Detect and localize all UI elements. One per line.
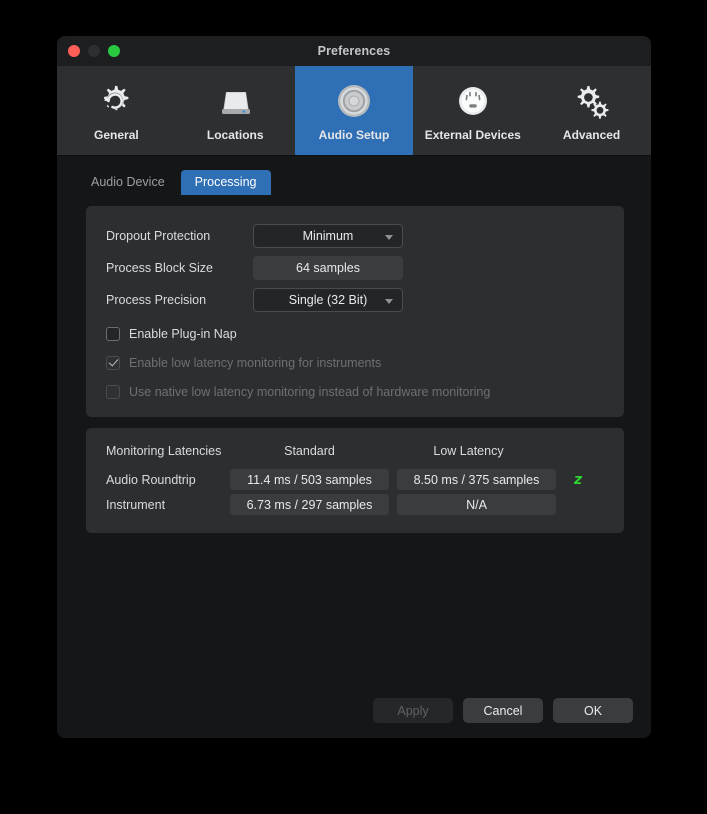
latency-column-low-latency: Low Latency [433, 443, 504, 458]
process-block-size-field: 64 samples [253, 255, 403, 280]
label-process-precision: Process Precision [106, 292, 207, 307]
checkbox-row-native-low-latency: Use native low latency monitoring instea… [86, 381, 624, 403]
drive-icon [214, 79, 256, 123]
toolbar-label-audio-setup: Audio Setup [318, 128, 390, 142]
row-process-precision: Process Precision Single (32 Bit) [86, 287, 624, 312]
process-block-size-value: 64 samples [296, 260, 360, 275]
dropout-protection-select[interactable]: Minimum [253, 223, 403, 248]
tab-audio-device[interactable]: Audio Device [77, 170, 179, 195]
toolbar-item-general[interactable]: General [57, 66, 176, 155]
latency-table-header: Monitoring Latencies Standard Low Latenc… [86, 440, 624, 461]
checkbox-use-native-low-latency [106, 385, 120, 399]
latency-row-audio-roundtrip: Audio Roundtrip 11.4 ms / 503 samples 8.… [86, 469, 624, 490]
cancel-button[interactable]: Cancel [463, 698, 543, 723]
dropout-protection-value: Minimum [302, 228, 354, 243]
processing-settings-panel: Dropout Protection Minimum Process Block… [86, 206, 624, 417]
label-enable-low-latency-monitoring: Enable low latency monitoring for instru… [129, 356, 382, 370]
title-bar: Preferences [57, 36, 651, 66]
ok-button[interactable]: OK [553, 698, 633, 723]
checkbox-enable-low-latency-monitoring [106, 356, 120, 370]
tab-bar: Audio Device Processing [77, 170, 633, 195]
window-title: Preferences [317, 44, 391, 58]
latency-label-instrument: Instrument [106, 497, 166, 512]
label-dropout-protection: Dropout Protection [106, 228, 211, 243]
apply-button[interactable]: Apply [373, 698, 453, 723]
latency-audio-roundtrip-standard: 11.4 ms / 503 samples [230, 469, 389, 490]
checkbox-enable-plugin-nap[interactable] [106, 327, 120, 341]
process-precision-value: Single (32 Bit) [288, 292, 368, 307]
minimize-button[interactable] [88, 45, 100, 57]
row-process-block-size: Process Block Size 64 samples [86, 255, 624, 280]
toolbar-label-advanced: Advanced [562, 128, 621, 142]
checkbox-row-low-latency-monitoring: Enable low latency monitoring for instru… [86, 352, 624, 374]
processing-tab-content: Dropout Protection Minimum Process Block… [77, 195, 633, 672]
chevron-down-icon [385, 234, 393, 240]
latency-instrument-standard: 6.73 ms / 297 samples [230, 494, 389, 515]
process-precision-select[interactable]: Single (32 Bit) [253, 287, 403, 312]
label-use-native-low-latency: Use native low latency monitoring instea… [129, 385, 491, 399]
preferences-window: Preferences General Locations Audio Setu… [57, 36, 651, 738]
gears-icon [571, 79, 613, 123]
latency-column-standard: Standard [284, 443, 335, 458]
midi-port-icon [452, 79, 494, 123]
close-button[interactable] [68, 45, 80, 57]
label-process-block-size: Process Block Size [106, 260, 213, 275]
toolbar-label-general: General [94, 128, 139, 142]
toolbar-item-external-devices[interactable]: External Devices [413, 66, 532, 155]
lightning-bolt-icon: z [574, 471, 583, 488]
toolbar-item-advanced[interactable]: Advanced [532, 66, 651, 155]
tab-processing[interactable]: Processing [180, 170, 271, 195]
dialog-footer: Apply Cancel OK [373, 698, 633, 723]
monitoring-latencies-panel: Monitoring Latencies Standard Low Latenc… [86, 428, 624, 533]
latency-label-audio-roundtrip: Audio Roundtrip [106, 472, 196, 487]
speaker-icon [333, 79, 375, 123]
toolbar-item-audio-setup[interactable]: Audio Setup [294, 66, 414, 155]
chevron-down-icon [385, 298, 393, 304]
traffic-light-group [68, 36, 120, 66]
checkbox-row-plugin-nap[interactable]: Enable Plug-in Nap [86, 323, 624, 345]
maximize-button[interactable] [108, 45, 120, 57]
latency-audio-roundtrip-low-latency: 8.50 ms / 375 samples [397, 469, 556, 490]
latency-table-title: Monitoring Latencies [106, 443, 222, 458]
toolbar-label-external-devices: External Devices [424, 128, 521, 142]
toolbar-item-locations[interactable]: Locations [176, 66, 295, 155]
latency-instrument-low-latency: N/A [397, 494, 556, 515]
label-enable-plugin-nap: Enable Plug-in Nap [129, 327, 237, 341]
latency-row-instrument: Instrument 6.73 ms / 297 samples N/A [86, 494, 624, 515]
preferences-toolbar: General Locations Audio Setup External D… [57, 66, 651, 156]
toolbar-label-locations: Locations [206, 128, 264, 142]
row-dropout-protection: Dropout Protection Minimum [86, 223, 624, 248]
gear-refresh-icon [95, 79, 137, 123]
tab-bar-area: Audio Device Processing [57, 156, 651, 195]
